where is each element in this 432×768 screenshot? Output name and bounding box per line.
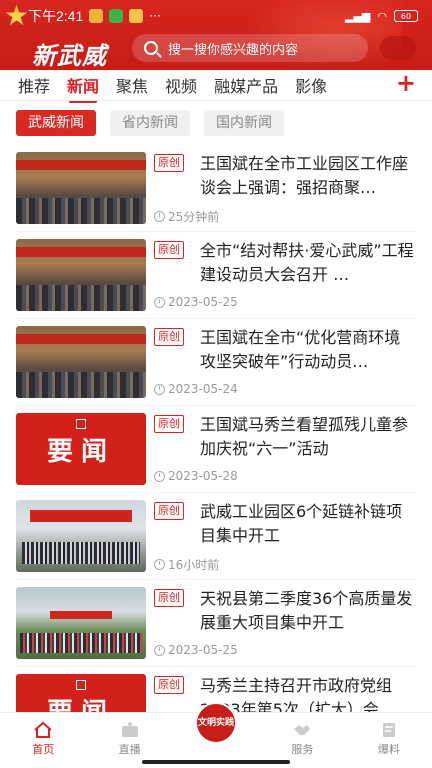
divider <box>16 318 416 319</box>
subtab-provincial-news[interactable]: 省内新闻 <box>110 110 190 136</box>
original-badge: 原创 <box>154 676 184 694</box>
original-badge: 原创 <box>154 328 184 346</box>
news-thumbnail: 要闻 <box>16 674 146 712</box>
app-logo: 新武威 <box>32 41 107 70</box>
news-item[interactable]: 原创 天祝县第二季度36个高质量发展重大项目集中开工 2023-05-25 <box>16 587 416 667</box>
news-subtabs: 武威新闻 省内新闻 国内新闻 <box>16 110 284 136</box>
news-title: 王国斌在全市“优化营商环境攻坚突破年”行动动员… <box>200 328 401 371</box>
wechat-icon <box>109 9 124 23</box>
search-bar[interactable]: 搜一搜你感兴趣的内容 <box>132 34 368 62</box>
home-icon <box>34 721 52 738</box>
home-indicator[interactable] <box>142 760 290 764</box>
tab-focus[interactable]: 聚焦 <box>116 73 148 97</box>
clock-icon <box>154 211 165 222</box>
civilization-practice-button[interactable]: 文明实践 <box>195 702 237 744</box>
news-title: 王国斌在全市工业园区工作座谈会上强调：强招商聚… <box>200 154 409 197</box>
app-notification-icon <box>129 9 144 23</box>
divider <box>16 666 416 667</box>
news-thumbnail <box>16 326 146 398</box>
logo-mark <box>76 680 86 690</box>
nav-label: 首页 <box>32 743 55 756</box>
news-title: 全市“结对帮扶·爱心武威”工程建设动员大会召开 … <box>200 241 414 284</box>
nav-home[interactable]: 首页 <box>0 713 86 768</box>
news-time: 25分钟前 <box>168 210 220 224</box>
news-time: 2023-05-25 <box>168 295 238 309</box>
add-tab-button[interactable]: + <box>396 70 416 96</box>
nav-label: 服务 <box>291 743 314 756</box>
nav-label: 爆料 <box>377 743 400 756</box>
news-meta: 2023-05-25 <box>154 295 238 309</box>
thumbnail-text: 要闻 <box>46 436 115 467</box>
news-item[interactable]: 原创 王国斌在全市“优化营商环境攻坚突破年”行动动员… 2023-05-24 <box>16 326 416 406</box>
news-thumbnail <box>16 587 146 659</box>
news-item[interactable]: 原创 武威工业园区6个延链补链项目集中开工 16小时前 <box>16 500 416 580</box>
clock-icon <box>154 296 165 308</box>
news-meta: 16小时前 <box>154 556 219 573</box>
tabs-divider <box>0 100 432 101</box>
original-badge: 原创 <box>154 154 184 172</box>
report-icon <box>382 723 395 737</box>
news-time: 16小时前 <box>168 558 220 572</box>
divider <box>16 405 416 406</box>
status-notification-icons: ··· <box>89 9 161 23</box>
news-time: 2023-05-24 <box>168 382 238 396</box>
battery-icon: 60 <box>394 10 418 22</box>
thumbnail-text: 要闻 <box>47 692 115 713</box>
nav-label: 直播 <box>118 743 141 756</box>
tab-image[interactable]: 影像 <box>295 73 327 97</box>
search-icon <box>144 41 158 55</box>
original-badge: 原创 <box>154 415 184 433</box>
clock-icon <box>154 470 165 482</box>
news-meta: 2023-05-28 <box>154 469 238 483</box>
tab-media-products[interactable]: 融媒产品 <box>214 73 278 97</box>
divider <box>16 231 416 232</box>
tab-news[interactable]: 新闻 <box>67 73 99 103</box>
news-thumbnail: 要闻 <box>16 413 146 485</box>
clock-icon <box>154 383 165 395</box>
divider <box>16 492 416 493</box>
signal-icon: ▂▄▆ <box>345 9 371 23</box>
news-title: 马秀兰主持召开市政府党组2023年第5次（扩大）会… <box>200 676 395 712</box>
news-thumbnail <box>16 239 146 311</box>
news-meta: 2023-05-25 <box>154 643 238 657</box>
news-meta: 25分钟前 <box>154 208 219 225</box>
news-title: 武威工业园区6个延链补链项目集中开工 <box>200 502 403 545</box>
news-time: 2023-05-25 <box>168 643 238 657</box>
news-item[interactable]: 原创 全市“结对帮扶·爱心武威”工程建设动员大会召开 … 2023-05-25 <box>16 239 416 319</box>
news-thumbnail <box>16 500 146 572</box>
nav-report[interactable]: 爆料 <box>346 713 432 768</box>
user-button[interactable] <box>380 36 416 60</box>
handshake-icon <box>294 725 311 735</box>
news-title: 王国斌马秀兰看望孤残儿童参加庆祝“六一”活动 <box>200 415 409 458</box>
news-meta: 2023-05-24 <box>154 382 238 396</box>
original-badge: 原创 <box>154 241 184 259</box>
subtab-wuwei-news[interactable]: 武威新闻 <box>16 110 96 136</box>
news-title: 天祝县第二季度36个高质量发展重大项目集中开工 <box>200 589 413 632</box>
live-icon <box>121 722 138 737</box>
original-badge: 原创 <box>154 589 184 607</box>
notification-icon <box>89 9 104 23</box>
category-tabs: 推荐 新闻 聚焦 视频 融媒产品 影像 + <box>0 70 432 103</box>
clock-icon <box>154 644 165 656</box>
news-thumbnail <box>16 152 146 224</box>
clock-icon <box>154 559 165 570</box>
subtab-national-news[interactable]: 国内新闻 <box>204 110 284 136</box>
divider <box>16 579 416 580</box>
app-header: ★ 下午2:41 ··· ▂▄▆ ◠ 60 新武威 搜一搜你感兴趣的内容 <box>0 0 432 70</box>
search-placeholder: 搜一搜你感兴趣的内容 <box>168 42 299 58</box>
news-time: 2023-05-28 <box>168 469 238 483</box>
wifi-icon: ◠ <box>377 9 387 23</box>
tab-video[interactable]: 视频 <box>165 73 197 97</box>
status-right: ▂▄▆ ◠ 60 <box>345 10 418 23</box>
original-badge: 原创 <box>154 502 184 520</box>
news-item[interactable]: 原创 王国斌在全市工业园区工作座谈会上强调：强招商聚… 25分钟前 <box>16 152 416 232</box>
news-item[interactable]: 要闻 原创 王国斌马秀兰看望孤残儿童参加庆祝“六一”活动 2023-05-28 <box>16 413 416 493</box>
status-bar: 下午2:41 ··· ▂▄▆ ◠ 60 <box>0 0 432 32</box>
logo-mark <box>76 419 86 429</box>
more-icon: ··· <box>149 9 161 23</box>
tab-recommend[interactable]: 推荐 <box>18 73 50 97</box>
status-time: 下午2:41 <box>28 8 84 24</box>
